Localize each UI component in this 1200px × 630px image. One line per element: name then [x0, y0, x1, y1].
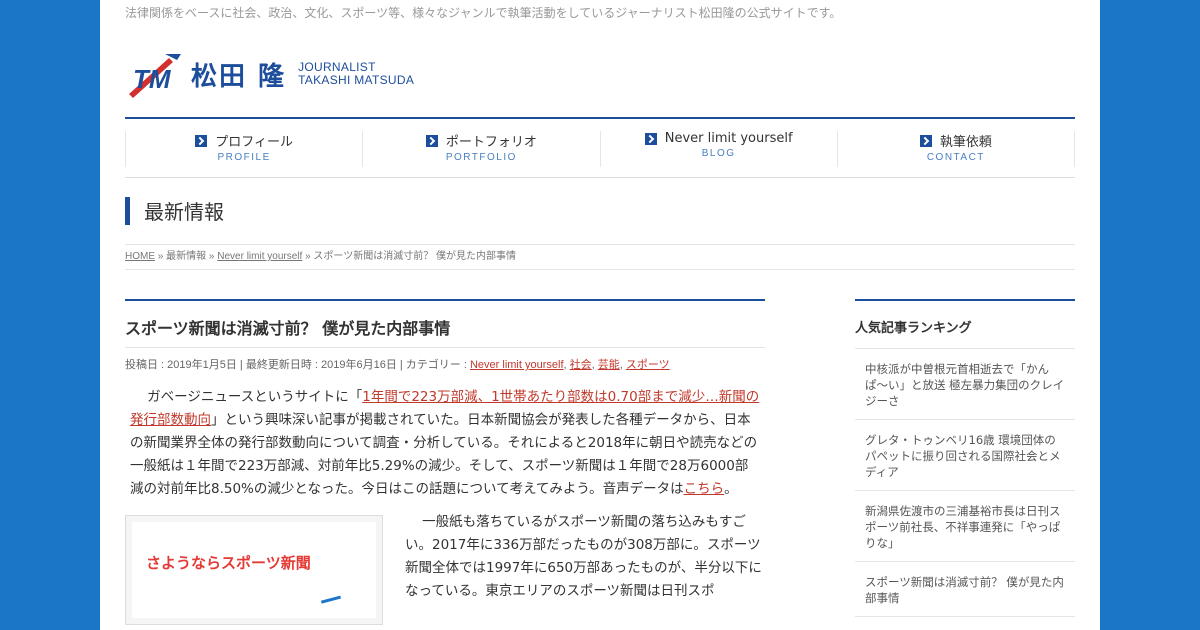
- nav-sublabel: PROFILE: [217, 152, 271, 163]
- article-paragraph-2: 一般紙も落ちているがスポーツ新聞の落ち込みもすごい。2017年に336万部だった…: [405, 511, 765, 625]
- logo-mark-icon: TM: [129, 54, 181, 98]
- image-decoration: [320, 595, 344, 612]
- sidebar-title: 人気記事ランキング: [855, 299, 1075, 349]
- ranking-item[interactable]: 中核派が中曽根元首相逝去で「かんぱ〜い」と放送 極左暴力集団のクレイジーさ: [855, 349, 1075, 420]
- nav-item-blog[interactable]: Never limit yourself BLOG: [599, 131, 837, 167]
- article: スポーツ新聞は消滅寸前？ 僕が見た内部事情 投稿日 : 2019年1月5日 | …: [125, 299, 765, 625]
- article-meta: 投稿日 : 2019年1月5日 | 最終更新日時 : 2019年6月16日 | …: [125, 359, 670, 371]
- meta-dates: 投稿日 : 2019年1月5日 | 最終更新日時 : 2019年6月16日 | …: [125, 359, 470, 371]
- breadcrumb-current: スポーツ新聞は消滅寸前？ 僕が見た内部事情: [313, 251, 516, 262]
- category-link[interactable]: 芸能: [598, 359, 620, 371]
- ranking-item[interactable]: 新潟県佐渡市の三浦基裕市長は日刊スポーツ前社長、不祥事連発に「やっぱりな」: [855, 491, 1075, 562]
- audio-link[interactable]: こちら: [684, 481, 725, 497]
- text: 」という興味深い記事が掲載されていた。日本新聞協会が発表した各種データから、日本…: [130, 412, 758, 497]
- nav-label: 執筆依頼: [939, 135, 992, 150]
- page: 法律関係をベースに社会、政治、文化、スポーツ等、様々なジャンルで執筆活動をしてい…: [100, 0, 1100, 630]
- text: ガベージニュースというサイトに「: [147, 389, 363, 405]
- article-paragraph-1: ガベージニュースというサイトに「1年間で223万部減、1世帯あたり部数は0.70…: [125, 386, 765, 501]
- breadcrumb-sep: »: [305, 251, 311, 262]
- image-caption-text: さようならスポーツ新聞: [146, 554, 311, 572]
- chevron-right-icon: [195, 134, 208, 147]
- chevron-right-icon: [425, 134, 438, 147]
- site-logo[interactable]: TM 松田 隆 JOURNALIST TAKASHI MATSUDA: [125, 50, 1075, 98]
- nav-label: プロフィール: [215, 135, 293, 150]
- image-frame: さようならスポーツ新聞: [132, 522, 376, 618]
- main-nav: プロフィール PROFILE ポートフォリオ PORTFOLIO Never l…: [125, 117, 1075, 178]
- article-image: さようならスポーツ新聞: [125, 515, 383, 625]
- category-link[interactable]: スポーツ: [626, 359, 670, 371]
- ranking-item[interactable]: グレタ・トゥンベリ16歳 環境団体のパペットに振り回される国際社会とメディア: [855, 420, 1075, 491]
- svg-text:TM: TM: [133, 64, 172, 94]
- breadcrumb-sep: »: [208, 251, 215, 262]
- nav-sublabel: BLOG: [701, 148, 736, 159]
- ranking-item[interactable]: スポーツ新聞は消滅寸前？ 僕が見た内部事情: [855, 562, 1075, 617]
- breadcrumb-blog[interactable]: Never limit yourself: [217, 251, 302, 262]
- breadcrumb-category: 最新情報: [166, 251, 207, 262]
- section-title: 最新情報: [125, 197, 1094, 225]
- sidebar-ranking: 人気記事ランキング 中核派が中曽根元首相逝去で「かんぱ〜い」と放送 極左暴力集団…: [855, 299, 1075, 617]
- logo-subtitle: JOURNALIST TAKASHI MATSUDA: [298, 61, 414, 87]
- logo-sub-line-2: TAKASHI MATSUDA: [298, 73, 415, 87]
- nav-label: Never limit yourself: [664, 131, 793, 146]
- nav-item-profile[interactable]: プロフィール PROFILE: [125, 131, 362, 167]
- article-title: スポーツ新聞は消滅寸前？ 僕が見た内部事情: [125, 299, 765, 348]
- nav-sublabel: PORTFOLIO: [445, 152, 517, 163]
- nav-item-contact[interactable]: 執筆依頼 CONTACT: [836, 131, 1075, 167]
- nav-label: ポートフォリオ: [445, 135, 537, 150]
- text: 。: [724, 481, 738, 497]
- breadcrumb: HOME » 最新情報 » Never limit yourself » スポー…: [125, 244, 1075, 270]
- chevron-right-icon: [919, 134, 932, 147]
- category-link[interactable]: 社会: [570, 359, 592, 371]
- site-tagline: 法律関係をベースに社会、政治、文化、スポーツ等、様々なジャンルで執筆活動をしてい…: [125, 6, 842, 20]
- breadcrumb-sep: »: [157, 251, 164, 262]
- nav-item-portfolio[interactable]: ポートフォリオ PORTFOLIO: [362, 131, 599, 167]
- category-link[interactable]: Never limit yourself: [470, 359, 564, 371]
- logo-name: 松田 隆: [191, 61, 287, 92]
- chevron-right-icon: [644, 132, 657, 145]
- article-row: さようならスポーツ新聞 一般紙も落ちているがスポーツ新聞の落ち込みもすごい。20…: [125, 514, 765, 625]
- text: 一般紙も落ちているがスポーツ新聞の落ち込みもすごい。2017年に336万部だった…: [405, 514, 762, 599]
- breadcrumb-home[interactable]: HOME: [125, 251, 155, 262]
- nav-sublabel: CONTACT: [926, 152, 985, 163]
